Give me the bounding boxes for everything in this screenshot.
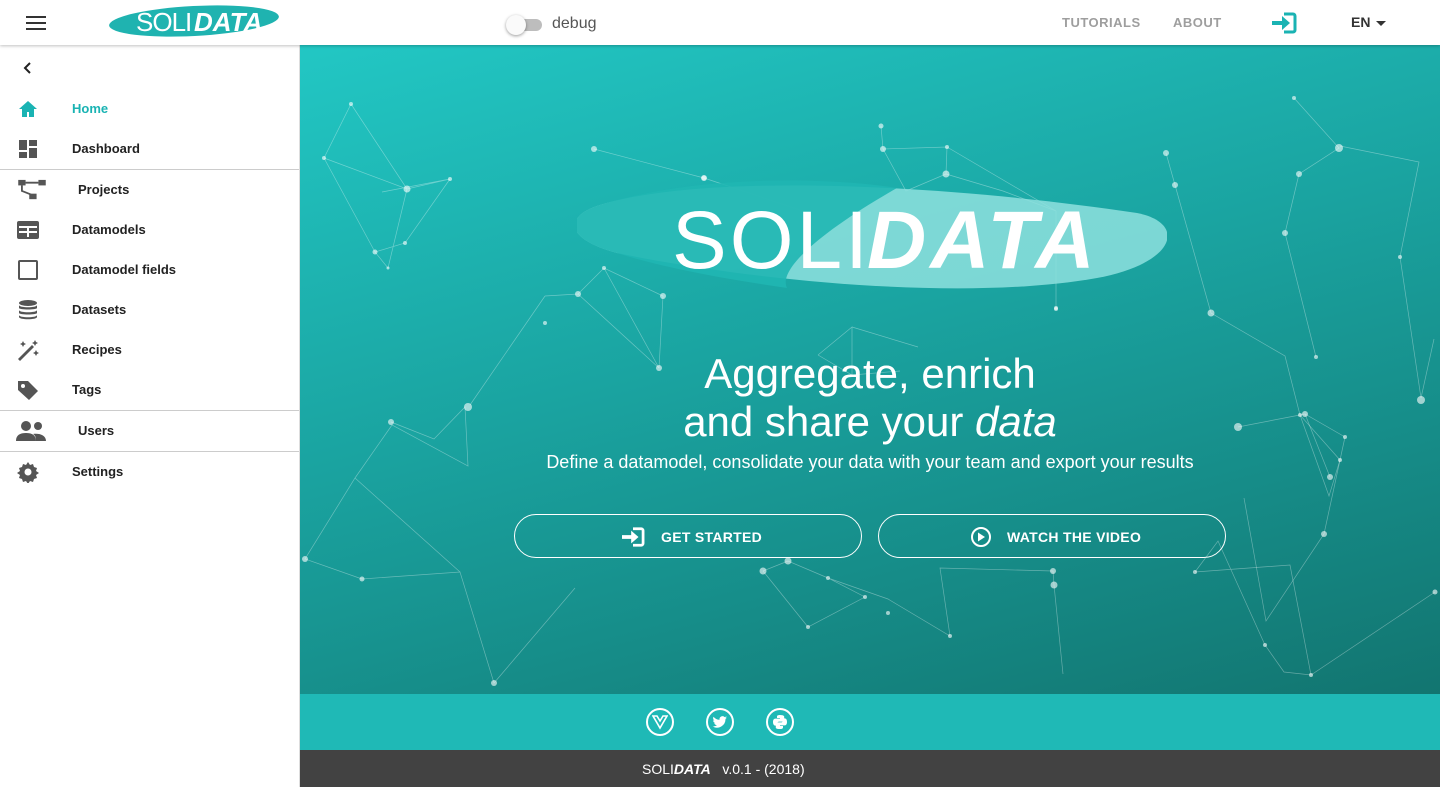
table-icon: [17, 221, 39, 239]
toggle-knob: [506, 15, 526, 35]
footer-brand-bold: DATA: [673, 761, 711, 777]
home-icon: [19, 101, 37, 117]
hero-section: SOLI DATA Aggregate, enrich and share yo…: [300, 45, 1440, 694]
sidebar-item-home[interactable]: Home: [0, 89, 299, 129]
sidebar-item-label: Recipes: [72, 342, 122, 357]
headline-emphasis: data: [975, 398, 1057, 445]
users-icon: [16, 421, 46, 441]
sidebar-item-label: Tags: [72, 382, 102, 397]
hero-solidata-logo: SOLI DATA: [577, 180, 1167, 289]
python-link[interactable]: [766, 708, 794, 736]
sidebar-item-label: Users: [78, 423, 115, 438]
top-app-bar: SOLI DATA debug TUTORIALS ABOUT EN: [0, 0, 1440, 45]
sidebar: Home Dashboard Projects Datamodels Datam…: [0, 45, 300, 787]
sidebar-item-projects[interactable]: Projects: [0, 170, 299, 210]
twitter-icon: [712, 716, 727, 728]
language-value: EN: [1351, 14, 1371, 30]
play-circle-icon: [971, 527, 991, 547]
database-icon: [19, 300, 37, 320]
vue-icon: [652, 715, 668, 730]
square-outline-icon: [18, 260, 38, 280]
login-icon: [622, 527, 645, 547]
footer-version: v.0.1 - (2018): [722, 761, 805, 777]
project-tree-icon: [18, 179, 46, 200]
logo-light-text: SOLI: [136, 7, 191, 37]
debug-label: debug: [552, 15, 597, 32]
vue-link[interactable]: [646, 708, 674, 736]
footer-version-bar: SOLIDATA v.0.1 - (2018): [300, 750, 1440, 787]
sidebar-item-datamodel-fields[interactable]: Datamodel fields: [0, 250, 299, 290]
sidebar-item-label: Settings: [72, 464, 124, 479]
sidebar-item-label: Datamodels: [72, 222, 146, 237]
sidebar-item-settings[interactable]: Settings: [0, 452, 299, 492]
watch-video-button[interactable]: WATCH THE VIDEO: [878, 514, 1226, 558]
sidebar-item-label: Projects: [78, 182, 130, 197]
language-select[interactable]: EN: [1351, 14, 1387, 30]
sidebar-item-label: Datasets: [72, 302, 127, 317]
footer-social-bar: [300, 694, 1440, 750]
sidebar-item-tags[interactable]: Tags: [0, 370, 299, 410]
sidebar-item-label: Dashboard: [72, 141, 140, 156]
hero-logo-bold-text: DATA: [867, 195, 1099, 286]
sidebar-item-label: Datamodel fields: [72, 262, 177, 277]
hero-logo-light-text: SOLI: [672, 195, 871, 286]
get-started-label: GET STARTED: [661, 529, 763, 545]
dashboard-icon: [19, 140, 37, 158]
watch-video-label: WATCH THE VIDEO: [1007, 529, 1142, 545]
solidata-logo[interactable]: SOLI DATA: [108, 4, 280, 38]
sidebar-item-label: Home: [72, 101, 109, 116]
logo-bold-text: DATA: [194, 7, 262, 37]
twitter-link[interactable]: [706, 708, 734, 736]
hero-headline-line2: and share your data: [300, 398, 1440, 446]
sidebar-item-datamodels[interactable]: Datamodels: [0, 210, 299, 250]
footer-brand-light: SOLI: [642, 761, 674, 777]
hero-headline-line1: Aggregate, enrich: [704, 350, 1036, 397]
python-icon: [773, 715, 787, 729]
sidebar-item-users[interactable]: Users: [0, 411, 299, 451]
caret-down-icon: [1376, 20, 1387, 26]
nav-tutorials-link[interactable]: TUTORIALS: [1062, 15, 1141, 30]
debug-toggle[interactable]: [506, 14, 542, 35]
sidebar-item-recipes[interactable]: Recipes: [0, 330, 299, 370]
login-icon[interactable]: [1270, 11, 1298, 35]
gear-icon: [17, 462, 39, 483]
chevron-left-icon[interactable]: [20, 60, 36, 76]
footer-brand: SOLIDATA v.0.1 - (2018): [642, 761, 805, 777]
magic-wand-icon: [18, 340, 39, 361]
nav-about-link[interactable]: ABOUT: [1173, 15, 1222, 30]
tag-icon: [18, 381, 38, 400]
headline-prefix: and share your: [683, 398, 976, 445]
sidebar-item-dashboard[interactable]: Dashboard: [0, 129, 299, 169]
sidebar-item-datasets[interactable]: Datasets: [0, 290, 299, 330]
menu-icon[interactable]: [26, 16, 46, 30]
get-started-button[interactable]: GET STARTED: [514, 514, 862, 558]
hero-subtitle: Define a datamodel, consolidate your dat…: [546, 452, 1194, 472]
